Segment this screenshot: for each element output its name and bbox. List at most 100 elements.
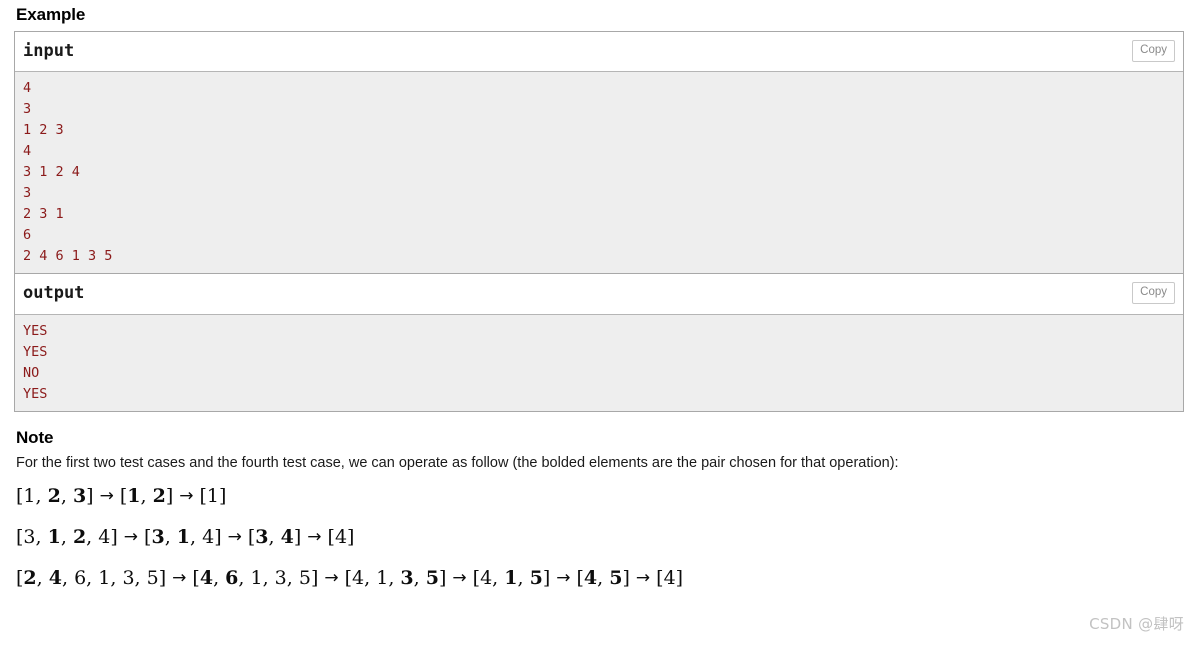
bracket-open: [ [199,485,207,508]
comma: , [213,567,226,590]
formula-element-bold: 1 [504,567,518,590]
right-arrow-icon: → [99,486,114,507]
formula-element-bold: 5 [609,567,623,590]
note-section: Note For the first two test cases and th… [14,412,1184,589]
copy-button-output[interactable]: Copy [1132,282,1175,305]
right-arrow-icon: → [452,568,467,589]
bracket-close: ] [675,567,684,590]
comma: , [413,567,426,590]
comma: , [238,567,251,590]
note-formula: [2, 4, 6, 1, 3, 5] → [4, 6, 1, 3, 5] → [4, 1… [14,567,1184,590]
bracket-close: ] [86,485,94,508]
formula-array: [4] [328,526,355,548]
sample-tests-container: input Copy 4 3 1 2 343 1 2 432 3 162 4 6 1 3… [14,31,1184,412]
formula-array: [4, 1, 3, 5] [345,567,447,589]
comma: , [134,567,147,590]
bracket-open: [ [192,567,200,590]
formula-element: 4 [663,567,676,590]
formula-element-bold: 5 [529,567,543,590]
formula-element-bold: 1 [127,485,141,508]
bracket-close: ] [110,526,118,549]
comma: , [268,526,281,549]
io-body-input: 4 3 1 2 3 4 3 1 2 4 3 2 3 1 6 2 4 6 1 3 5 [15,72,1183,274]
formula-element: 1 [23,485,36,508]
io-line: 4 [23,80,32,97]
formula-element: 4 [202,526,215,549]
comma: , [110,567,123,590]
formula-element: 4 [480,567,493,590]
comma: , [364,567,377,590]
formula-element-bold: 3 [255,526,269,549]
comma: , [60,485,73,508]
comma: , [517,567,530,590]
example-heading: Example [16,5,86,24]
formula-element-bold: 1 [176,526,191,549]
io-block-input: input Copy 4 3 1 2 3 4 3 1 2 4 3 2 3 1 6 2 4 6 1 3… [15,32,1183,275]
io-title-input: input [15,32,1183,73]
bracket-open: [ [344,567,353,590]
formula-array: [1, 2, 3] [16,485,94,507]
right-arrow-icon: → [172,568,187,589]
right-arrow-icon: → [227,527,242,548]
io-line: YES [23,385,48,402]
comma: , [286,567,299,590]
formula-element-bold: 2 [152,485,166,508]
comma: , [164,526,177,549]
formula-array: [3, 1, 4] [144,526,222,548]
comma: , [492,567,505,590]
formula-element-bold: 6 [225,567,239,590]
note-formula: [1, 2, 3] → [1, 2] → [1] [14,485,1184,508]
io-line: YES [23,322,48,339]
formula-element: 4 [352,567,365,590]
formula-element: 3 [23,526,36,549]
io-block-output: output Copy YES YES NO YES [15,274,1183,411]
io-line: 6 [23,227,32,244]
note-formula-list: [1, 2, 3] → [1, 2] → [1] [3, 1, 2, 4] → [3, 1, … [14,473,1184,589]
comma: , [86,526,99,549]
formula-element: 1 [376,567,389,590]
bracket-open: [ [656,567,664,590]
copy-button-input[interactable]: Copy [1132,40,1175,62]
comma: , [61,567,75,590]
comma: , [35,485,48,508]
io-line: NO [23,364,40,381]
io-line: 4 [23,143,32,160]
formula-element: 4 [98,526,111,549]
formula-element-bold: 3 [151,526,165,549]
formula-array: [4, 6, 1, 3, 5] [192,567,318,589]
io-line: 3 1 2 4 [23,164,80,181]
bracket-close: ] [219,485,227,508]
comma: , [190,526,203,549]
formula-array: [3, 4] [248,526,301,548]
formula-element-bold: 4 [583,567,598,590]
bracket-open: [ [472,567,481,590]
right-arrow-icon: → [556,568,571,589]
formula-element: 5 [298,567,311,590]
right-arrow-icon: → [635,568,651,589]
bracket-close: ] [214,526,222,549]
formula-element: 1 [206,485,220,508]
io-line: YES [23,343,48,360]
csdn-watermark: CSDN @肆呀 [1089,615,1184,633]
note-description: For the first two test cases and the fou… [16,454,899,471]
formula-array: [1] [200,485,227,507]
formula-element: 1 [250,567,263,590]
comma: , [388,567,401,590]
formula-element: 3 [122,567,135,590]
bracket-open: [ [327,526,335,549]
formula-array: [3, 1, 2, 4] [16,526,118,548]
comma: , [140,485,153,508]
formula-element-bold: 5 [425,567,439,590]
io-body-output: YES YES NO YES [15,314,1183,411]
comma: , [86,567,99,590]
io-title-output: output [15,274,1183,315]
right-arrow-icon: → [123,527,139,548]
note-formula: [3, 1, 2, 4] → [3, 1, 4] → [3, 4] → [4] [14,526,1184,548]
bracket-close: ] [347,526,355,549]
io-line: 1 2 3 [23,122,64,139]
formula-array: [2, 4, 6, 1, 3, 5] [16,567,166,589]
formula-element-bold: 3 [400,567,414,590]
formula-array: [4] [656,567,683,589]
io-line: 2 3 1 [23,206,64,223]
comma: , [35,526,48,549]
